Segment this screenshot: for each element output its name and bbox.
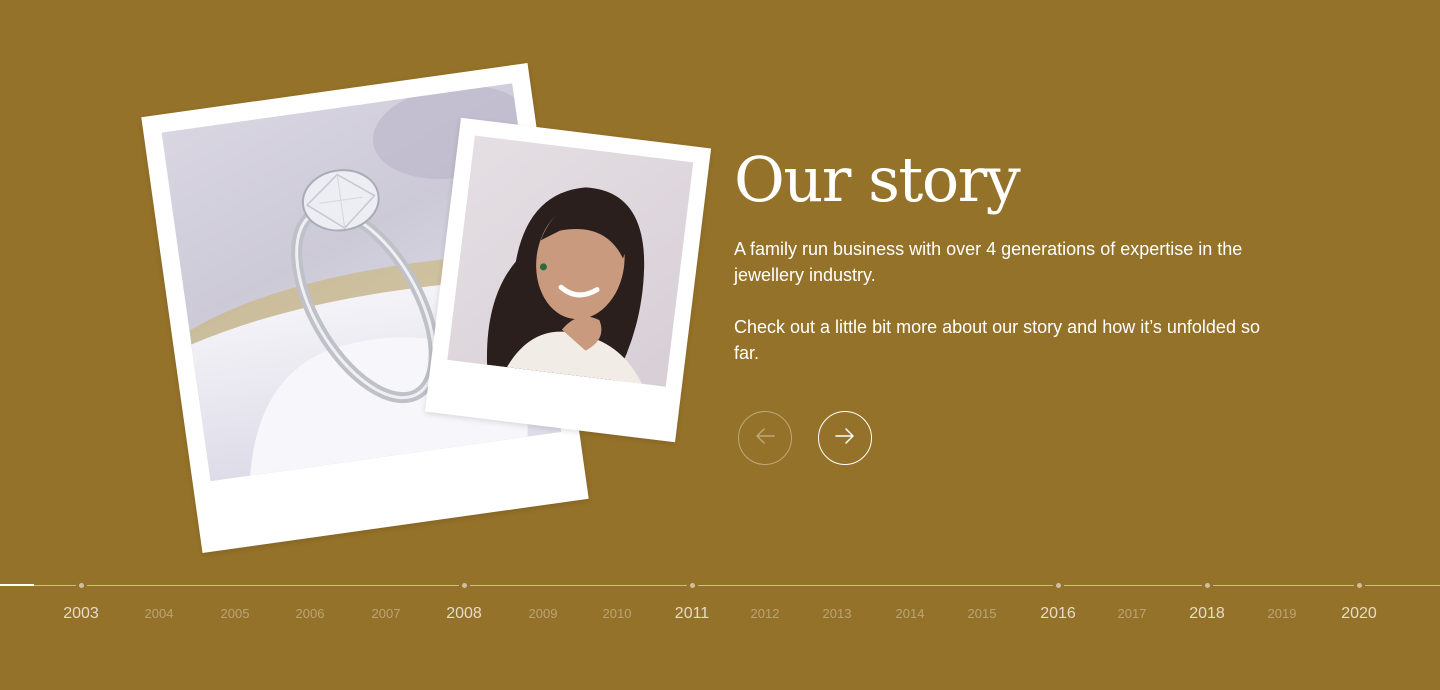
arrow-right-icon <box>833 424 857 453</box>
timeline-dot <box>458 580 470 591</box>
timeline-year-2017[interactable]: 2017 <box>1118 604 1147 624</box>
timeline-track <box>0 585 1440 586</box>
arrow-left-icon <box>753 424 777 453</box>
timeline-dot <box>686 580 698 591</box>
timeline-year-2018[interactable]: 2018 <box>1189 604 1225 624</box>
timeline-year-2006[interactable]: 2006 <box>296 604 325 624</box>
timeline-year-2019[interactable]: 2019 <box>1268 604 1297 624</box>
timeline-year-2004[interactable]: 2004 <box>145 604 174 624</box>
timeline-year-2012[interactable]: 2012 <box>751 604 780 624</box>
model-photo <box>447 135 694 387</box>
previous-slide-button[interactable] <box>738 411 792 465</box>
timeline-year-2009[interactable]: 2009 <box>529 604 558 624</box>
timeline-year-2016[interactable]: 2016 <box>1040 604 1076 624</box>
timeline-year-2011[interactable]: 2011 <box>675 604 709 624</box>
timeline-year-2020[interactable]: 2020 <box>1341 604 1377 624</box>
timeline-dot <box>1353 580 1365 591</box>
timeline-dot <box>1201 580 1213 591</box>
timeline-dot <box>75 580 87 591</box>
model-photo-card <box>424 117 712 443</box>
timeline-year-2003[interactable]: 2003 <box>63 604 99 624</box>
page-title: Our story <box>734 143 1021 216</box>
timeline-year-2007[interactable]: 2007 <box>372 604 401 624</box>
timeline-year-2014[interactable]: 2014 <box>896 604 925 624</box>
next-slide-button[interactable] <box>818 411 872 465</box>
story-paragraph: Check out a little bit more about our st… <box>734 317 1260 363</box>
timeline-progress <box>0 584 34 586</box>
timeline-year-2005[interactable]: 2005 <box>221 604 250 624</box>
timeline-year-2013[interactable]: 2013 <box>823 604 852 624</box>
timeline-year-2010[interactable]: 2010 <box>603 604 632 624</box>
intro-paragraph: A family run business with over 4 genera… <box>734 239 1243 285</box>
timeline-year-2015[interactable]: 2015 <box>968 604 997 624</box>
timeline-year-2008[interactable]: 2008 <box>446 604 482 624</box>
timeline-dot <box>1052 580 1064 591</box>
